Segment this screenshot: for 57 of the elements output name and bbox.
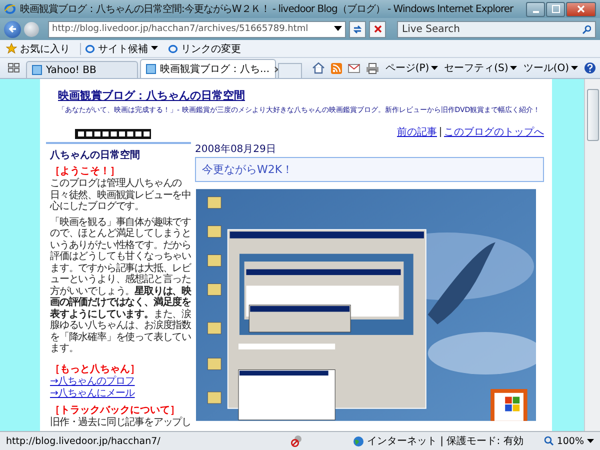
- close-button[interactable]: [566, 2, 596, 16]
- blog-top-link[interactable]: このブログのトップへ: [444, 125, 544, 140]
- search-input[interactable]: Live Search: [402, 24, 582, 34]
- browser-tab[interactable]: Yahoo! BB: [26, 61, 138, 78]
- scrollbar-thumb[interactable]: [587, 89, 599, 141]
- sidebar-link[interactable]: →八ちゃんにメール: [50, 388, 191, 400]
- magnifier-icon: [544, 436, 554, 446]
- security-zone-text: インターネット | 保護モード: 有効: [367, 434, 524, 448]
- printer-icon[interactable]: [366, 62, 380, 74]
- mail-icon[interactable]: [348, 64, 360, 72]
- command-menu[interactable]: ツール(O): [523, 61, 578, 75]
- search-icon[interactable]: [582, 24, 591, 34]
- status-url: http://blog.livedoor.jp/hacchan7/: [6, 436, 162, 446]
- maximize-button[interactable]: [546, 2, 565, 16]
- post-date: 2008年08月29日: [195, 143, 277, 156]
- sidebar-title: 八ちゃんの日常空間: [50, 148, 141, 162]
- refresh-button[interactable]: [349, 20, 366, 38]
- refresh-arrows-icon: [352, 24, 363, 34]
- caret-icon: [510, 66, 518, 70]
- browser-tab[interactable]: 映画観賞ブログ：八ち...: [140, 59, 276, 78]
- favorites-bar-item[interactable]: リンクの変更: [168, 42, 241, 56]
- sidebar-paragraph: 「映画を観る」事自体が趣味ですので、ほとんど満足してしまうというありがたい性格です。だから評価はどうしても甘くなっちゃいます。ですから記事は大抵、レビューというより、感想記と言った方がいいでしょう。星取りは、映画の評価だけではなく、満足度を表すようにしています。また、涙腺ゆるい八ちゃんは、お涙度指数を「降水確率」を使って表しています。: [50, 216, 191, 355]
- popup-blocked-icon: [291, 435, 303, 447]
- minimize-button[interactable]: [526, 2, 545, 16]
- dropdown-arrow-icon[interactable]: [334, 26, 342, 32]
- section-heading: ［トラックバックについて］: [50, 404, 181, 416]
- search-field[interactable]: Live Search: [397, 20, 596, 38]
- window-title: 映画観賞ブログ：八ちゃんの日常空間:今更ながらW２Ｋ！ - livedoor Blog（ブログ） - Windows Internet Explorer: [20, 2, 514, 16]
- back-arrow-icon: [8, 24, 18, 34]
- help-icon[interactable]: [584, 62, 596, 74]
- caret-icon: [431, 66, 438, 70]
- section-heading: ［もっと八ちゃん］: [50, 364, 141, 376]
- browser-logo-icon: [4, 3, 16, 15]
- post-title: 今更ながらW2K！: [195, 157, 544, 182]
- blog-title-link[interactable]: 映画観賞ブログ：八ちゃんの日常空間: [58, 89, 245, 102]
- previous-post-link[interactable]: 前の記事: [397, 125, 437, 140]
- globe-icon: [353, 436, 364, 446]
- caret-icon: [151, 46, 158, 51]
- command-menu[interactable]: セーフティ(S): [444, 61, 518, 75]
- section-heading: ［ようこそ！］: [50, 166, 121, 178]
- home-icon[interactable]: [312, 62, 326, 74]
- favorites-bar-item[interactable]: サイト候補: [85, 42, 158, 56]
- stop-button[interactable]: [369, 20, 386, 38]
- grid-icon: [8, 63, 20, 73]
- address-field[interactable]: http://blog.livedoor.jp/hacchan7/archives/51665789.html: [48, 20, 346, 38]
- back-button[interactable]: [4, 20, 21, 38]
- caret-icon: [571, 66, 578, 70]
- star-icon: [6, 43, 17, 54]
- rss-feed-icon[interactable]: [331, 62, 342, 74]
- command-menu[interactable]: ページ(P): [385, 61, 438, 75]
- sidebar-link[interactable]: →八ちゃんのプロフ: [50, 376, 191, 388]
- sidebar-paragraph: このブログは管理人八ちゃんの日々徒然、映画観賞レビューを中心にしたブログです。: [50, 178, 191, 213]
- caret-icon: [587, 438, 594, 444]
- zoom-button[interactable]: 100%: [544, 436, 594, 446]
- favorites-bar-item[interactable]: お気に入り: [6, 42, 70, 56]
- maximize-icon: [552, 5, 560, 13]
- sidebar-paragraph: 旧作・過去に同じ記事をアップし: [50, 416, 191, 428]
